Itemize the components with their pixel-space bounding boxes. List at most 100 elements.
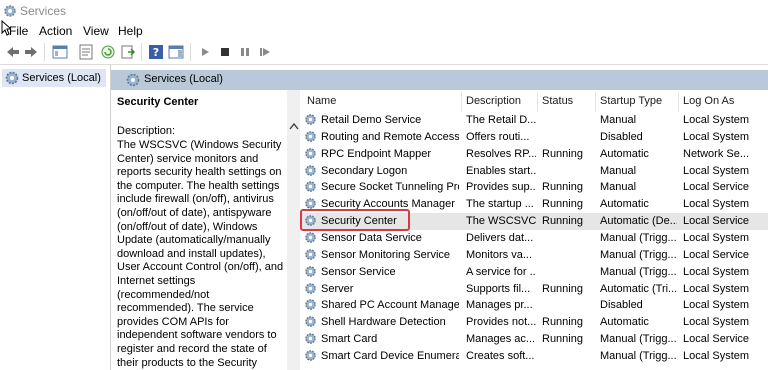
service-logon-cell: Local System xyxy=(683,349,750,362)
properties-icon[interactable] xyxy=(78,44,94,60)
gear-icon xyxy=(5,71,19,85)
gear-icon xyxy=(305,248,316,260)
export-list-icon[interactable] xyxy=(120,44,136,60)
tree-item-services-local[interactable]: Services (Local) xyxy=(2,69,106,87)
service-startup-cell: Automatic (De... xyxy=(600,215,677,228)
service-status-cell: Running xyxy=(542,282,583,295)
service-startup-cell: Disabled xyxy=(600,299,643,312)
service-description-cell: Provides not... xyxy=(466,316,536,329)
menu-bar: File Action View Help xyxy=(0,22,768,40)
service-status-cell: Running xyxy=(542,198,583,211)
selection-highlight-box xyxy=(300,209,410,231)
service-row[interactable]: Sensor Service A service for ... Manual (T… xyxy=(300,264,768,281)
service-logon-cell: Local System xyxy=(683,265,750,278)
service-row[interactable]: Retail Demo Service The Retail D... Manual… xyxy=(300,112,768,129)
column-header-description[interactable]: Description xyxy=(466,95,521,107)
service-row[interactable]: Secondary Logon Enables start... Manual Loc… xyxy=(300,163,768,180)
service-name-cell: Retail Demo Service xyxy=(321,114,422,126)
menu-file[interactable]: File xyxy=(9,24,28,38)
window-title: Services xyxy=(20,4,67,18)
gear-icon xyxy=(305,350,316,361)
service-startup-cell: Manual (Trigg... xyxy=(600,349,677,362)
service-description-cell: Enables start... xyxy=(466,164,536,177)
column-header-status[interactable]: Status xyxy=(542,95,573,107)
back-icon[interactable] xyxy=(5,44,21,60)
service-row[interactable]: Sensor Monitoring Service Monitors va... M… xyxy=(300,247,768,264)
scroll-up-icon[interactable] xyxy=(289,122,299,130)
refresh-icon[interactable] xyxy=(100,44,116,60)
service-description-cell: Resolves RP... xyxy=(466,147,536,160)
service-row[interactable]: Routing and Remote Access Offers routi...… xyxy=(300,129,768,146)
service-name-cell: Sensor Data Service xyxy=(321,231,422,244)
service-logon-cell: Local System xyxy=(683,231,750,244)
service-row[interactable]: Sensor Data Service Delivers dat... Manual… xyxy=(300,230,768,247)
service-row[interactable]: Smart Card Device Enumerat... Creates sof… xyxy=(300,348,768,365)
service-logon-cell: Local Service xyxy=(683,248,750,261)
service-logon-cell: Local System xyxy=(683,198,750,211)
service-row[interactable]: Shell Hardware Detection Provides not... R… xyxy=(300,314,768,331)
gear-icon xyxy=(305,265,316,277)
service-startup-cell: Manual xyxy=(600,114,637,126)
service-name-cell: Secure Socket Tunneling Pro... xyxy=(321,181,459,194)
gear-icon xyxy=(4,5,16,17)
list-scrollbar[interactable] xyxy=(287,90,300,370)
column-header-name[interactable]: Name xyxy=(307,95,336,107)
gear-icon xyxy=(305,131,316,142)
action-pane-icon[interactable] xyxy=(168,44,184,60)
restart-icon[interactable] xyxy=(257,44,273,60)
service-name-cell: Secondary Logon xyxy=(321,164,408,177)
service-description-cell: Supports fil... xyxy=(466,282,531,295)
service-startup-cell: Manual (Trigg... xyxy=(600,265,677,278)
service-name-cell: Sensor Service xyxy=(321,265,396,278)
gear-icon xyxy=(305,114,316,125)
service-logon-cell: Local Service xyxy=(683,333,750,346)
service-status-cell: Running xyxy=(542,215,583,228)
service-row[interactable]: Secure Socket Tunneling Pro... Provides s… xyxy=(300,179,768,196)
service-logon-cell: Local Service xyxy=(683,181,750,194)
help-icon[interactable]: ? xyxy=(148,44,164,60)
column-header-log-on-as[interactable]: Log On As xyxy=(683,95,734,107)
service-description-cell: Offers routi... xyxy=(466,130,530,143)
stop-icon[interactable] xyxy=(217,44,233,60)
service-startup-cell: Automatic xyxy=(600,316,649,329)
service-name-cell: Smart Card xyxy=(321,333,378,346)
service-name-cell: Routing and Remote Access xyxy=(321,130,459,143)
svg-text:?: ? xyxy=(153,46,159,59)
service-name-cell: Shared PC Account Manager xyxy=(321,299,459,312)
service-logon-cell: Local System xyxy=(683,130,750,143)
service-row[interactable]: RPC Endpoint Mapper Resolves RP... Running… xyxy=(300,146,768,163)
gear-icon xyxy=(305,147,316,159)
service-description-cell: The startup ... xyxy=(466,198,534,211)
service-name-cell: Shell Hardware Detection xyxy=(321,316,446,329)
service-startup-cell: Manual (Trigg... xyxy=(600,333,677,346)
service-row[interactable]: Shared PC Account Manager Manages pr... Di… xyxy=(300,297,768,314)
service-startup-cell: Manual xyxy=(600,164,637,177)
tree-item-label: Services (Local) xyxy=(22,72,101,84)
service-status-cell: Running xyxy=(542,181,583,194)
service-row[interactable]: Server Supports fil... Running Automatic (T… xyxy=(300,281,768,298)
menu-view[interactable]: View xyxy=(83,24,109,38)
service-name-cell: RPC Endpoint Mapper xyxy=(321,147,432,160)
column-header-startup-type[interactable]: Startup Type xyxy=(600,95,662,107)
service-name-cell: Server xyxy=(321,282,354,295)
service-status-cell: Running xyxy=(542,316,583,329)
service-logon-cell: Local System xyxy=(683,299,750,312)
mouse-cursor-icon xyxy=(1,20,11,36)
service-description-cell: Delivers dat... xyxy=(466,231,534,244)
service-row[interactable]: Smart Card Manages ac... Running Manual (Tr… xyxy=(300,331,768,348)
forward-icon[interactable] xyxy=(23,44,39,60)
description-text: The WSCSVC (Windows Security Center) ser… xyxy=(117,139,284,369)
menu-action[interactable]: Action xyxy=(39,24,72,38)
play-icon[interactable] xyxy=(197,44,213,60)
gear-icon xyxy=(305,316,316,327)
service-description-cell: Provides sup... xyxy=(466,181,536,194)
console-tree-icon[interactable] xyxy=(52,44,68,60)
service-status-cell: Running xyxy=(542,333,583,346)
service-description-cell: Creates soft... xyxy=(466,349,535,362)
pause-icon[interactable] xyxy=(237,44,253,60)
gear-icon xyxy=(305,181,316,193)
menu-help[interactable]: Help xyxy=(118,24,143,38)
description-panel: Security Center Description: The WSCSVC … xyxy=(111,90,287,370)
service-logon-cell: Local System xyxy=(683,164,750,177)
gear-icon xyxy=(305,282,316,294)
